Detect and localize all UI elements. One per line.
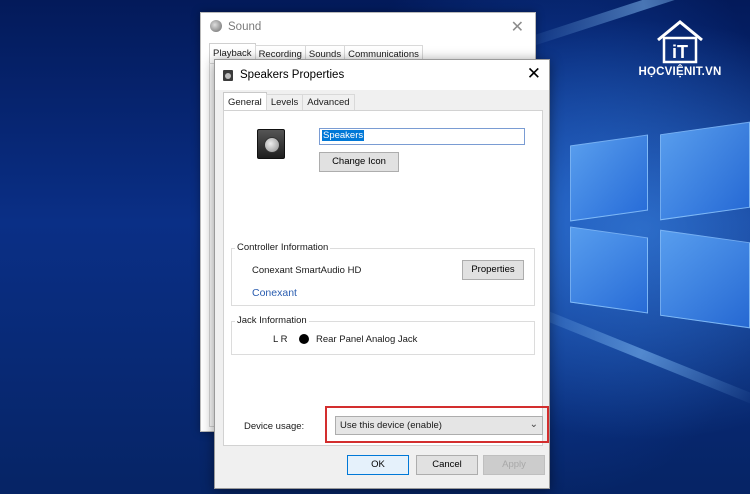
tab-general[interactable]: General [223, 92, 267, 110]
device-name-value: Speakers [322, 130, 365, 141]
house-logo-icon: iT [657, 20, 703, 64]
controller-properties-button[interactable]: Properties [462, 260, 524, 280]
close-icon[interactable]: ✕ [527, 64, 541, 84]
tab-advanced[interactable]: Advanced [302, 94, 355, 110]
change-icon-button[interactable]: Change Icon [319, 152, 399, 172]
dialog-titlebar[interactable]: Speakers Properties ✕ [215, 60, 549, 90]
speaker-icon [223, 70, 233, 81]
device-usage-label: Device usage: [244, 421, 305, 432]
dialog-tab-strip: General Levels Advanced [223, 92, 355, 110]
controller-group-label: Controller Information [235, 242, 331, 253]
window-logo-pane [570, 226, 648, 314]
close-icon[interactable]: ✕ [511, 17, 524, 37]
jack-description: Rear Panel Analog Jack [316, 334, 418, 345]
speaker-device-icon [257, 129, 285, 159]
general-tab-panel: Speakers Change Icon Controller Informat… [223, 110, 549, 446]
device-usage-value: Use this device (enable) [340, 420, 442, 431]
tab-levels[interactable]: Levels [265, 94, 304, 110]
jack-group-label: Jack Information [235, 315, 309, 326]
apply-button[interactable]: Apply [483, 455, 545, 475]
vendor-link[interactable]: Conexant [252, 287, 297, 299]
controller-name: Conexant SmartAudio HD [252, 265, 362, 276]
window-logo-pane [660, 229, 750, 329]
window-logo-pane [570, 134, 648, 222]
device-name-input[interactable]: Speakers [319, 128, 525, 145]
window-logo-pane [660, 121, 750, 221]
logo-caption: HỌCVIỆNIT.VN [638, 66, 722, 78]
speakers-properties-dialog: Speakers Properties ✕ General Levels Adv… [214, 59, 550, 489]
dialog-title: Speakers Properties [240, 69, 345, 81]
jack-information-group: Jack Information L R Rear Panel Analog J… [231, 315, 535, 355]
cancel-button[interactable]: Cancel [416, 455, 478, 475]
hocvienit-logo: iT HỌCVIỆNIT.VN [618, 14, 742, 86]
device-usage-select[interactable]: Use this device (enable) ⌄ [335, 416, 543, 435]
speaker-icon [210, 20, 222, 32]
jack-channels: L R [273, 334, 288, 345]
chevron-down-icon: ⌄ [529, 419, 538, 430]
jack-color-icon [299, 334, 309, 344]
controller-information-group: Controller Information Conexant SmartAud… [231, 242, 535, 306]
ok-button[interactable]: OK [347, 455, 409, 475]
sound-titlebar[interactable]: Sound ✕ [201, 13, 535, 43]
sound-window-title: Sound [228, 21, 262, 33]
logo-letters: iT [672, 42, 688, 62]
